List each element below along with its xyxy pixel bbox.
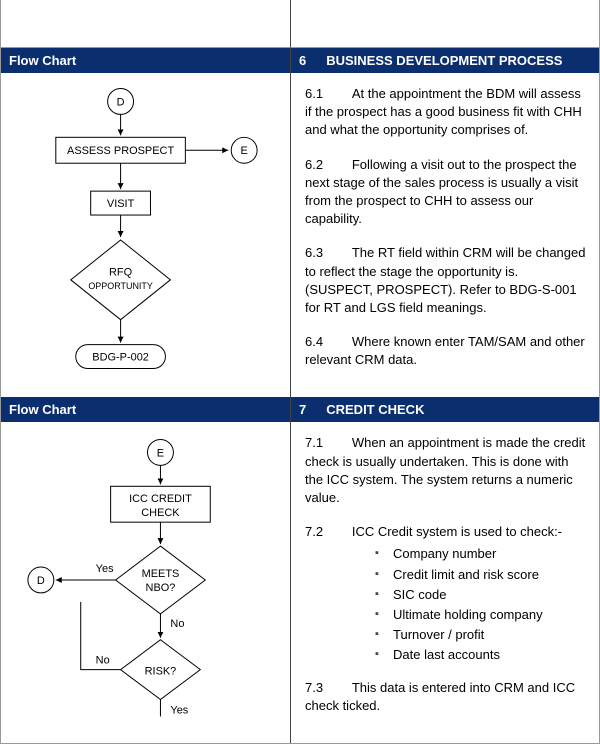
bullet-item: Date last accounts	[375, 646, 587, 664]
para-6-4: 6.4 Where known enter TAM/SAM and other …	[305, 333, 587, 369]
flowchart-header-7: Flow Chart	[1, 397, 290, 422]
section-7-body: E ICC CREDIT CHECK MEETS NBO? Yes D	[1, 422, 599, 742]
section-6-headers: Flow Chart 6 BUSINESS DEVELOPMENT PROCES…	[1, 48, 599, 73]
top-left-blank	[1, 0, 291, 48]
flowchart-header-label-7: Flow Chart	[9, 402, 76, 417]
para-7-3: 7.3 This data is entered into CRM and IC…	[305, 679, 587, 715]
label-yes2: Yes	[170, 705, 188, 717]
label-no2: No	[96, 655, 110, 667]
node-assess: ASSESS PROSPECT	[67, 145, 174, 157]
section-6-content: 6.1 At the appointment the BDM will asse…	[291, 73, 599, 397]
bullet-item: Ultimate holding company	[375, 606, 587, 624]
section-7-text-cell: 7.1 When an appointment is made the cred…	[291, 422, 599, 742]
section-7-content: 7.1 When an appointment is made the cred…	[291, 422, 599, 742]
document-page: Flow Chart 6 BUSINESS DEVELOPMENT PROCES…	[0, 0, 600, 744]
flowchart-7: E ICC CREDIT CHECK MEETS NBO? Yes D	[1, 422, 290, 717]
section-7-number: 7	[299, 402, 306, 417]
section-7-title: CREDIT CHECK	[326, 402, 424, 417]
para-7-2: 7.2 ICC Credit system is used to check:-	[305, 523, 587, 541]
node-visit: VISIT	[107, 198, 135, 210]
para-6-2: 6.2 Following a visit out to the prospec…	[305, 156, 587, 229]
node-meets1: MEETS	[142, 568, 180, 580]
node-rfq1: RFQ	[109, 267, 132, 279]
bullet-item: SIC code	[375, 586, 587, 604]
node-risk: RISK?	[145, 666, 177, 678]
node-meets2: NBO?	[146, 582, 176, 594]
section-6-number: 6	[299, 53, 306, 68]
para-6-3: 6.3 The RT field within CRM will be chan…	[305, 244, 587, 317]
node-d: D	[117, 96, 125, 108]
section-6-title: BUSINESS DEVELOPMENT PROCESS	[326, 53, 562, 68]
flowchart-6: D ASSESS PROSPECT E VISIT RFQ	[1, 73, 290, 383]
label-yes: Yes	[96, 563, 114, 575]
label-no: No	[170, 618, 184, 630]
node-icc1: ICC CREDIT	[129, 494, 192, 506]
node-e-start: E	[157, 448, 164, 460]
section-7-headers: Flow Chart 7 CREDIT CHECK	[1, 397, 599, 422]
flowchart-6-cell: D ASSESS PROSPECT E VISIT RFQ	[1, 73, 291, 397]
bullet-list-7: Company number Credit limit and risk sco…	[375, 545, 587, 664]
node-d-off: D	[37, 575, 45, 587]
section-6-left-header-cell: Flow Chart	[1, 48, 291, 73]
bullet-item: Turnover / profit	[375, 626, 587, 644]
node-icc2: CHECK	[141, 508, 180, 520]
para-7-1: 7.1 When an appointment is made the cred…	[305, 434, 587, 507]
section-7-left-header-cell: Flow Chart	[1, 397, 291, 422]
node-e: E	[241, 145, 248, 157]
section-7-right-header-cell: 7 CREDIT CHECK	[291, 397, 599, 422]
node-rfq2: OPPORTUNITY	[88, 281, 153, 291]
top-right-blank	[291, 0, 599, 48]
node-bdg: BDG-P-002	[92, 351, 149, 363]
section-7-right-header: 7 CREDIT CHECK	[291, 397, 599, 422]
section-6-text-cell: 6.1 At the appointment the BDM will asse…	[291, 73, 599, 397]
flowchart-header-6: Flow Chart	[1, 48, 290, 73]
flowchart-header-label: Flow Chart	[9, 53, 76, 68]
bullet-item: Credit limit and risk score	[375, 566, 587, 584]
para-6-1: 6.1 At the appointment the BDM will asse…	[305, 85, 587, 140]
section-6-right-header: 6 BUSINESS DEVELOPMENT PROCESS	[291, 48, 599, 73]
flowchart-7-cell: E ICC CREDIT CHECK MEETS NBO? Yes D	[1, 422, 291, 742]
bullet-item: Company number	[375, 545, 587, 563]
section-6-body: D ASSESS PROSPECT E VISIT RFQ	[1, 73, 599, 397]
section-6-right-header-cell: 6 BUSINESS DEVELOPMENT PROCESS	[291, 48, 599, 73]
top-divider-row	[1, 0, 599, 48]
